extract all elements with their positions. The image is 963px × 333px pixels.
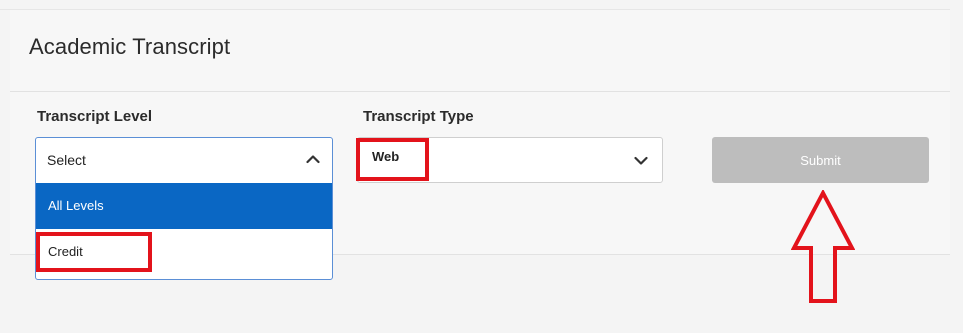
transcript-level-label: Transcript Level bbox=[37, 108, 153, 125]
title-divider bbox=[10, 91, 950, 92]
up-arrow-icon bbox=[791, 190, 855, 303]
page-title: Academic Transcript bbox=[29, 34, 231, 59]
level-option-label: All Levels bbox=[48, 198, 104, 213]
chevron-down-icon[interactable] bbox=[634, 156, 648, 166]
annotation-box-web bbox=[356, 138, 429, 181]
level-option-all-levels[interactable]: All Levels bbox=[36, 183, 332, 229]
submit-button[interactable]: Submit bbox=[712, 137, 929, 183]
transcript-level-current[interactable]: Select bbox=[36, 138, 332, 183]
chevron-up-icon[interactable] bbox=[306, 154, 320, 164]
page: Academic Transcript Transcript Level Tra… bbox=[0, 0, 963, 333]
transcript-type-label: Transcript Type bbox=[363, 108, 474, 125]
annotation-box-credit bbox=[36, 232, 152, 272]
transcript-level-current-text: Select bbox=[47, 152, 86, 168]
